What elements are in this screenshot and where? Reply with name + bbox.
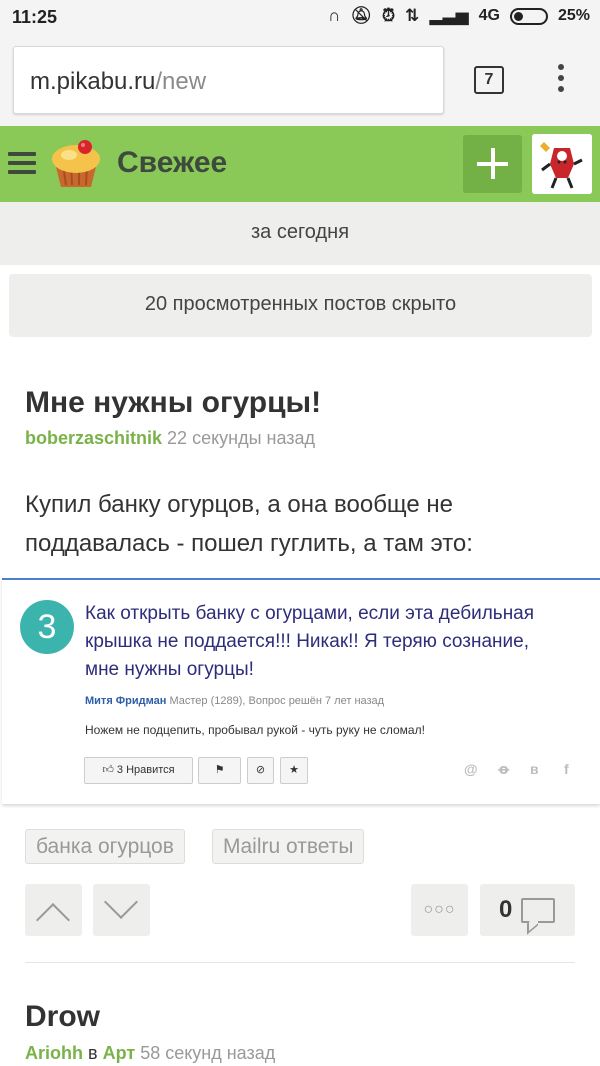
question-title: Как открыть банку с огурцами, если эта д… — [85, 603, 535, 680]
post-community-prefix: в — [88, 1043, 98, 1063]
post-time: 58 секунд назад — [140, 1043, 276, 1063]
post-divider — [25, 962, 575, 963]
share-ok-icon: ꝋ — [498, 761, 510, 777]
chevron-down-icon — [104, 885, 138, 919]
more-options-button[interactable]: ○○○ — [411, 884, 468, 936]
comments-button[interactable]: 0 — [480, 884, 575, 936]
post-author[interactable]: boberzaschitnik — [25, 428, 162, 448]
post-community[interactable]: Арт — [103, 1043, 136, 1063]
chevron-up-icon — [36, 903, 70, 937]
status-icons: ∩ 🔕︎ ⏰︎ ⇅ ▂▃▅ 4G 25% — [328, 6, 590, 26]
pikabu-logo[interactable] — [49, 137, 103, 191]
like-label: 3 Нравится — [116, 764, 175, 776]
question-author: Митя Фридман — [85, 695, 167, 707]
app-header: Свежее — [0, 126, 600, 202]
browser-toolbar: m.pikabu.ru/new 7 — [0, 34, 600, 126]
mute-icon: 🔕︎ — [350, 6, 372, 25]
avatar[interactable] — [532, 134, 592, 194]
alarm-icon: ⏰︎ — [381, 6, 396, 25]
post-meta: Ariohh в Арт 58 секунд назад — [25, 1043, 275, 1064]
post-title[interactable]: Drow — [25, 1000, 100, 1034]
network-type: 4G — [478, 7, 500, 24]
block-icon: ⊘ — [255, 764, 266, 776]
flag-button: ⚑ — [198, 757, 241, 784]
battery-icon — [509, 7, 548, 25]
more-dots-icon: ○○○ — [423, 901, 456, 918]
question-meta: Митя Фридман Мастер (1289), Вопрос решён… — [85, 695, 384, 707]
headphones-icon: ∩ — [328, 6, 341, 25]
post-text: Купил банку огурцов, а она вообще не под… — [25, 491, 473, 557]
add-post-button[interactable] — [463, 135, 522, 193]
hamburger-menu-icon[interactable] — [8, 152, 36, 174]
question-description: Ножем не подцепить, пробывал рукой - чут… — [85, 723, 425, 737]
period-filter[interactable]: за сегодня — [0, 202, 600, 265]
post-image[interactable]: 3 Как открыть банку с огурцами, если эта… — [2, 578, 600, 804]
block-button: ⊘ — [247, 757, 274, 784]
signal-icon: ▂▃▅ — [429, 6, 469, 25]
downvote-button[interactable] — [93, 884, 150, 936]
answer-count-badge: 3 — [20, 600, 74, 654]
battery-level: 25% — [557, 7, 590, 24]
share-facebook-icon: f — [564, 761, 569, 777]
post-meta: boberzaschitnik 22 секунды назад — [25, 428, 315, 449]
share-mail-icon: @ — [464, 761, 478, 777]
url-path: /new — [155, 68, 207, 95]
share-vk-icon: в — [530, 761, 539, 777]
url-host: m.pikabu.ru — [30, 68, 156, 95]
period-filter-label: за сегодня — [250, 221, 350, 243]
like-button: 👍︎ 3 Нравится — [84, 757, 193, 784]
post-title[interactable]: Мне нужны огурцы! — [25, 386, 321, 420]
hidden-posts-label: 20 просмотренных постов скрыто — [144, 293, 457, 315]
tag[interactable]: банка огурцов — [25, 829, 185, 864]
status-bar: 11:25 ∩ 🔕︎ ⏰︎ ⇅ ▂▃▅ 4G 25% — [0, 0, 600, 34]
hidden-posts-notice[interactable]: 20 просмотренных постов скрыто — [9, 274, 592, 337]
status-time: 11:25 — [12, 7, 58, 27]
tab-switcher-button[interactable]: 7 — [474, 66, 504, 94]
data-transfer-icon: ⇅ — [405, 6, 420, 25]
url-text: m.pikabu.ru/new — [30, 68, 206, 96]
post-time: 22 секунды назад — [167, 428, 316, 448]
comment-bubble-icon — [521, 898, 555, 923]
post-author[interactable]: Ariohh — [25, 1043, 83, 1063]
thumb-up-icon: 👍︎ — [102, 764, 114, 776]
flag-icon: ⚑ — [214, 764, 225, 776]
address-bar[interactable]: m.pikabu.ru/new — [13, 46, 444, 114]
tag[interactable]: Mailru ответы — [212, 829, 365, 864]
browser-menu-icon[interactable] — [553, 64, 569, 98]
upvote-button[interactable] — [25, 884, 82, 937]
star-button: ★ — [280, 757, 308, 784]
question-author-info: Мастер (1289), Вопрос решён 7 лет назад — [169, 695, 385, 707]
star-icon: ★ — [289, 764, 299, 776]
page-title: Свежее — [117, 146, 228, 179]
comments-count: 0 — [499, 896, 513, 923]
